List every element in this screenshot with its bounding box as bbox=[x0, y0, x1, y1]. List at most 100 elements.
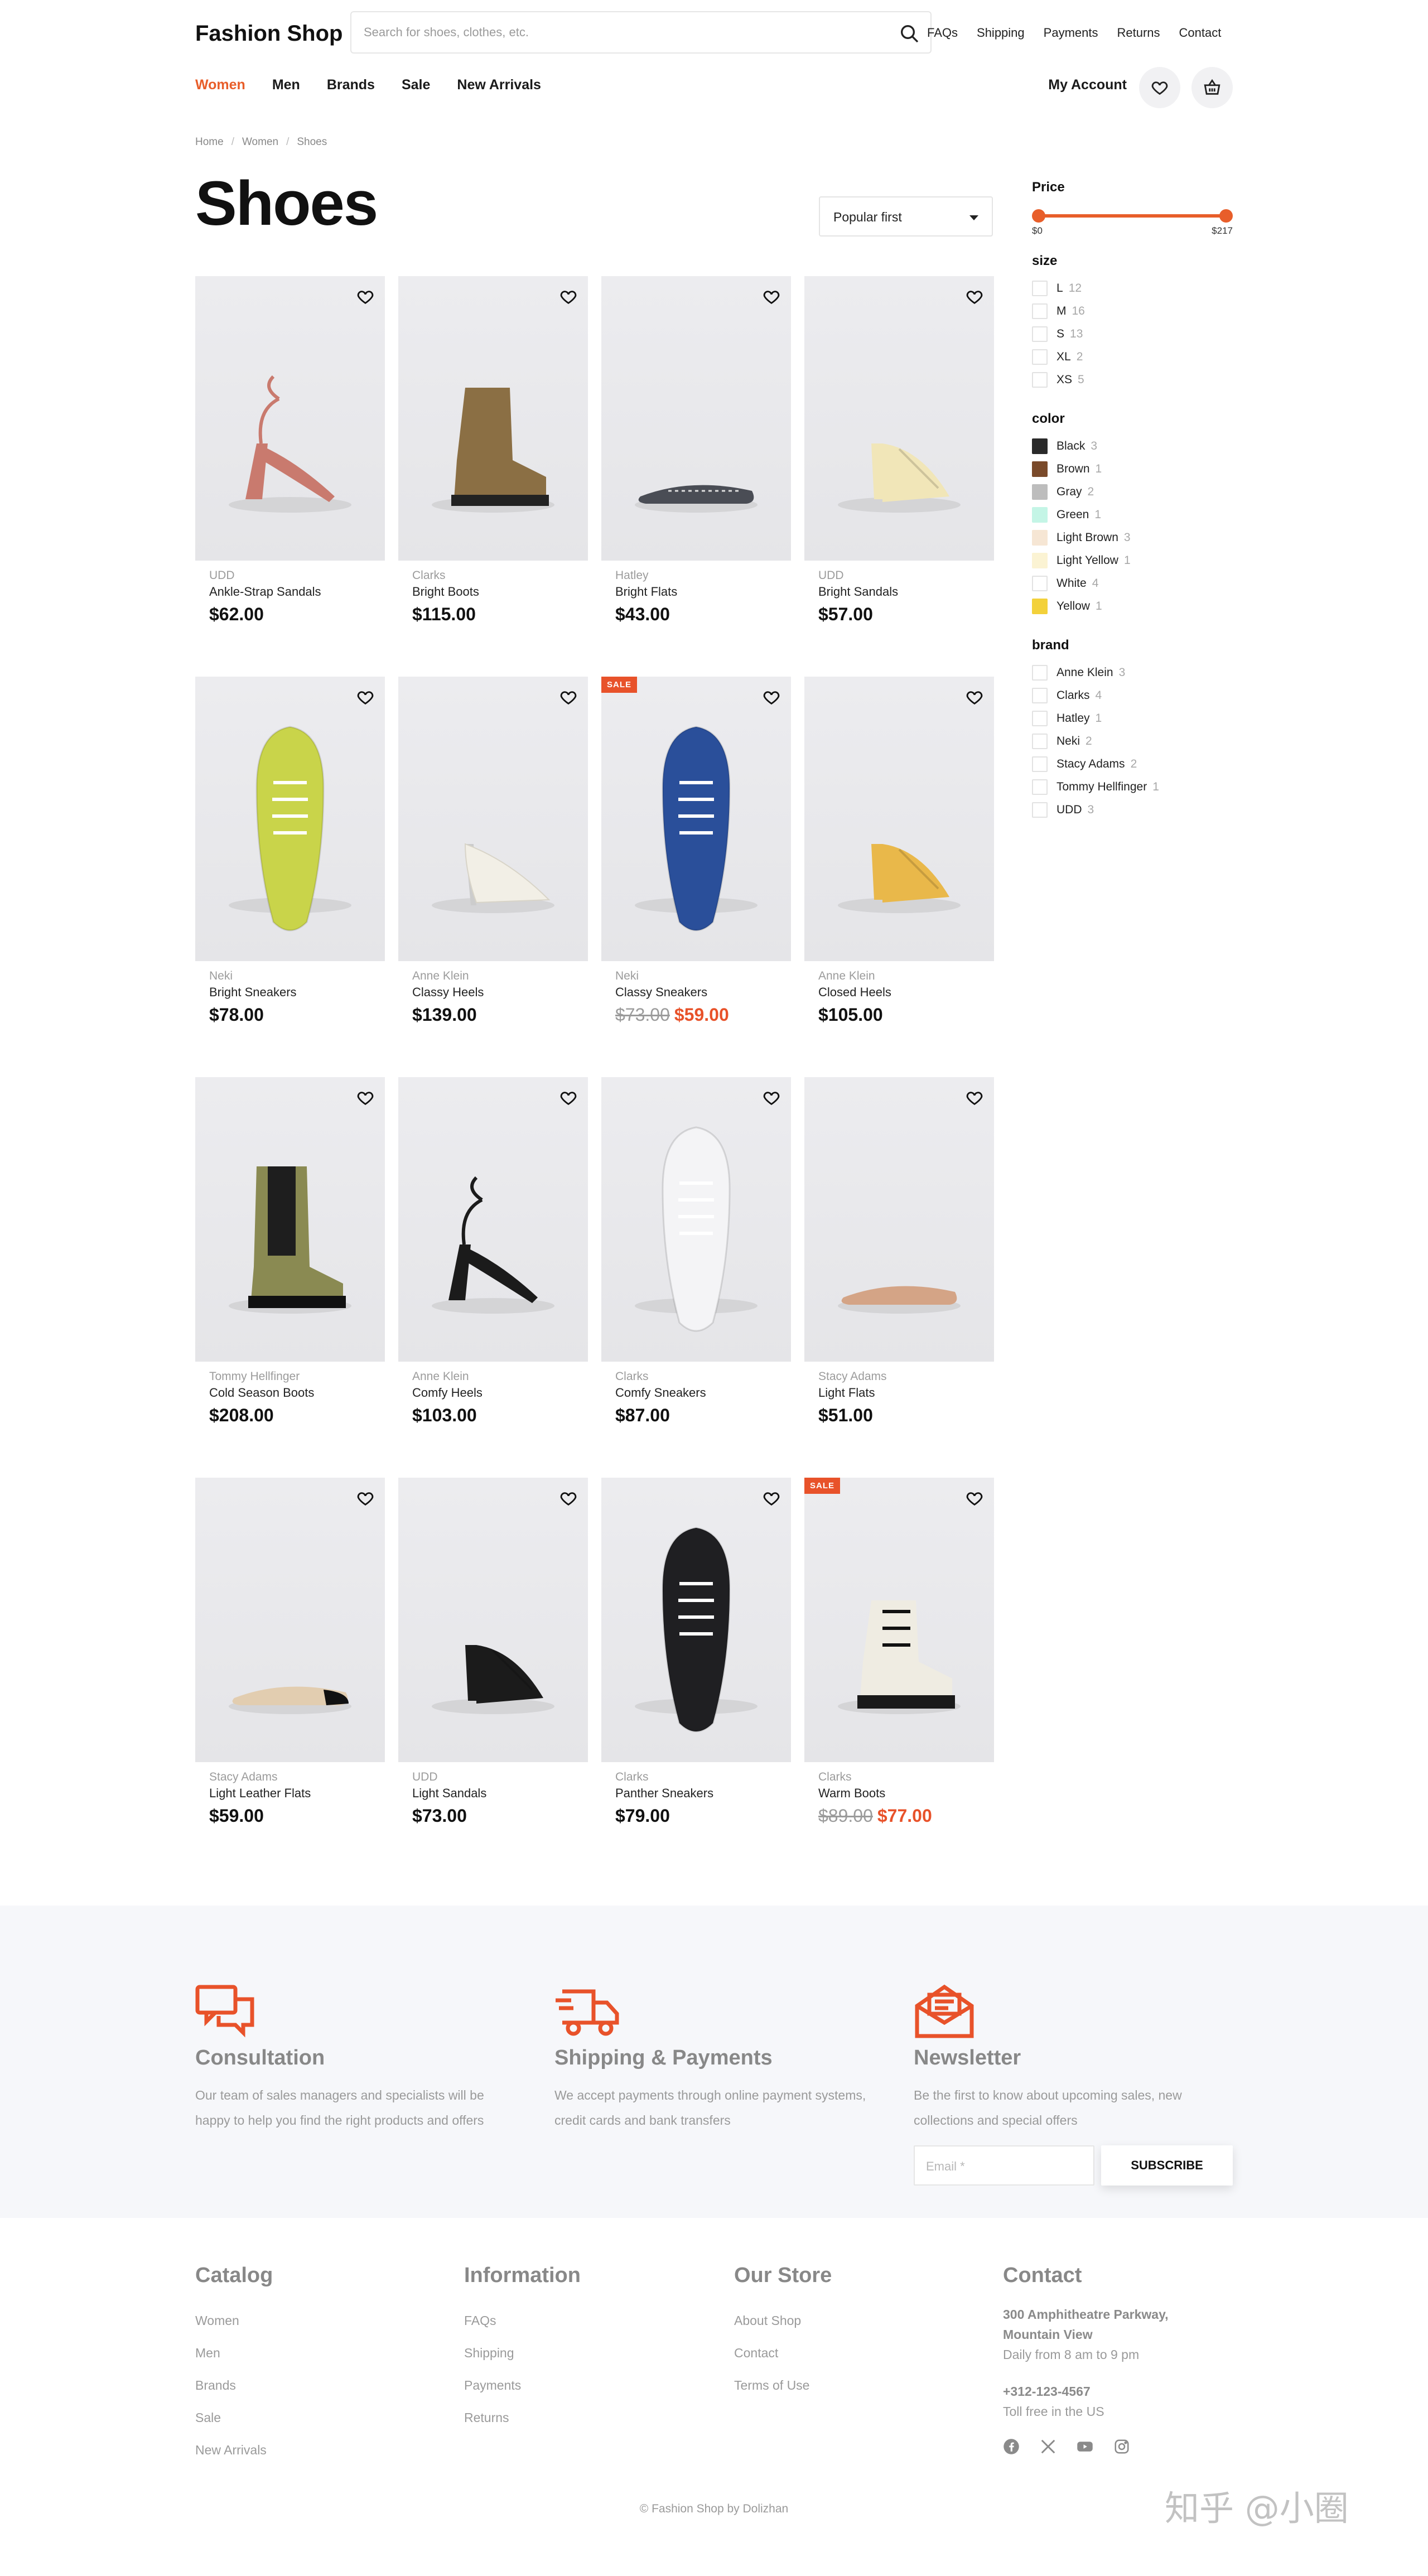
facebook-icon[interactable] bbox=[1003, 2438, 1020, 2455]
size-option[interactable]: XL 2 bbox=[1032, 345, 1233, 368]
price-min-handle[interactable] bbox=[1032, 209, 1045, 223]
product-card[interactable]: UDD Light Sandals $73.00 bbox=[398, 1478, 588, 1868]
search-icon[interactable] bbox=[898, 22, 920, 45]
product-name[interactable]: Light Flats bbox=[818, 1386, 875, 1400]
heart-icon[interactable] bbox=[356, 1088, 375, 1107]
heart-icon[interactable] bbox=[965, 287, 984, 306]
heart-icon[interactable] bbox=[356, 688, 375, 707]
heart-icon[interactable] bbox=[965, 1088, 984, 1107]
size-option[interactable]: M 16 bbox=[1032, 300, 1233, 322]
size-option[interactable]: L 12 bbox=[1032, 277, 1233, 300]
checkbox[interactable] bbox=[1032, 598, 1048, 614]
footer-link-new-arrivals[interactable]: New Arrivals bbox=[195, 2434, 273, 2466]
product-card[interactable]: Clarks Panther Sneakers $79.00 bbox=[601, 1478, 791, 1868]
heart-icon[interactable] bbox=[356, 287, 375, 306]
color-option[interactable]: Green 1 bbox=[1032, 503, 1233, 526]
product-image[interactable] bbox=[601, 276, 791, 561]
product-image[interactable] bbox=[601, 677, 791, 961]
heart-icon[interactable] bbox=[559, 1489, 578, 1508]
brand-option[interactable]: Hatley 1 bbox=[1032, 707, 1233, 730]
brand-option[interactable]: Stacy Adams 2 bbox=[1032, 752, 1233, 775]
product-name[interactable]: Bright Sneakers bbox=[209, 985, 297, 1000]
logo[interactable]: Fashion Shop bbox=[195, 21, 342, 46]
checkbox[interactable] bbox=[1032, 710, 1048, 726]
heart-icon[interactable] bbox=[762, 688, 781, 707]
checkbox[interactable] bbox=[1032, 779, 1048, 795]
my-account-link[interactable]: My Account bbox=[1048, 77, 1127, 93]
search-input[interactable] bbox=[364, 22, 866, 42]
checkbox[interactable] bbox=[1032, 733, 1048, 749]
footer-link-about[interactable]: About Shop bbox=[734, 2304, 832, 2337]
checkbox[interactable] bbox=[1032, 802, 1048, 818]
x-twitter-icon[interactable] bbox=[1040, 2438, 1056, 2455]
heart-icon[interactable] bbox=[559, 287, 578, 306]
product-image[interactable] bbox=[195, 1478, 385, 1762]
product-card[interactable]: UDD Ankle-Strap Sandals $62.00 bbox=[195, 276, 385, 667]
product-name[interactable]: Comfy Sneakers bbox=[615, 1386, 706, 1400]
product-name[interactable]: Bright Flats bbox=[615, 585, 677, 599]
top-link-shipping[interactable]: Shipping bbox=[977, 26, 1025, 40]
contact-phone[interactable]: +312-123-4567 bbox=[1003, 2381, 1237, 2401]
product-card[interactable]: Anne Klein Closed Heels $105.00 bbox=[804, 677, 994, 1067]
brand-option[interactable]: Tommy Hellfinger 1 bbox=[1032, 775, 1233, 798]
product-card[interactable]: Anne Klein Comfy Heels $103.00 bbox=[398, 1077, 588, 1468]
checkbox[interactable] bbox=[1032, 461, 1048, 477]
wishlist-button[interactable] bbox=[1139, 67, 1180, 108]
product-image[interactable] bbox=[195, 276, 385, 561]
product-name[interactable]: Ankle-Strap Sandals bbox=[209, 585, 321, 599]
product-card[interactable]: Stacy Adams Light Leather Flats $59.00 bbox=[195, 1478, 385, 1868]
product-image[interactable] bbox=[601, 1478, 791, 1762]
heart-icon[interactable] bbox=[356, 1489, 375, 1508]
product-image[interactable] bbox=[195, 1077, 385, 1362]
color-option[interactable]: White 4 bbox=[1032, 572, 1233, 595]
heart-icon[interactable] bbox=[965, 1489, 984, 1508]
subscribe-button[interactable]: SUBSCRIBE bbox=[1101, 2145, 1233, 2186]
footer-link-contact[interactable]: Contact bbox=[734, 2337, 832, 2369]
product-card[interactable]: SALE Neki Classy Sneakers $73.00 $59.00 bbox=[601, 677, 791, 1067]
footer-link-women[interactable]: Women bbox=[195, 2304, 273, 2337]
checkbox[interactable] bbox=[1032, 664, 1048, 681]
brand-option[interactable]: UDD 3 bbox=[1032, 798, 1233, 821]
heart-icon[interactable] bbox=[965, 688, 984, 707]
footer-link-sale[interactable]: Sale bbox=[195, 2401, 273, 2434]
heart-icon[interactable] bbox=[762, 287, 781, 306]
product-name[interactable]: Warm Boots bbox=[818, 1786, 885, 1801]
product-image[interactable] bbox=[398, 276, 588, 561]
color-option[interactable]: Black 3 bbox=[1032, 435, 1233, 457]
nav-new-arrivals[interactable]: New Arrivals bbox=[457, 77, 541, 93]
brand-option[interactable]: Anne Klein 3 bbox=[1032, 661, 1233, 684]
product-name[interactable]: Panther Sneakers bbox=[615, 1786, 713, 1801]
breadcrumb-home[interactable]: Home bbox=[195, 136, 224, 148]
product-card[interactable]: UDD Bright Sandals $57.00 bbox=[804, 276, 994, 667]
product-name[interactable]: Closed Heels bbox=[818, 985, 891, 1000]
top-link-faqs[interactable]: FAQs bbox=[927, 26, 958, 40]
checkbox[interactable] bbox=[1032, 280, 1048, 296]
footer-link-men[interactable]: Men bbox=[195, 2337, 273, 2369]
product-image[interactable] bbox=[804, 1478, 994, 1762]
checkbox[interactable] bbox=[1032, 303, 1048, 319]
product-name[interactable]: Light Sandals bbox=[412, 1786, 486, 1801]
product-name[interactable]: Cold Season Boots bbox=[209, 1386, 314, 1400]
footer-link-shipping[interactable]: Shipping bbox=[464, 2337, 581, 2369]
product-name[interactable]: Bright Sandals bbox=[818, 585, 898, 599]
checkbox[interactable] bbox=[1032, 438, 1048, 454]
product-card[interactable]: Anne Klein Classy Heels $139.00 bbox=[398, 677, 588, 1067]
product-name[interactable]: Classy Sneakers bbox=[615, 985, 707, 1000]
product-image[interactable] bbox=[804, 276, 994, 561]
newsletter-email-field[interactable] bbox=[914, 2145, 1094, 2186]
brand-option[interactable]: Neki 2 bbox=[1032, 730, 1233, 752]
youtube-icon[interactable] bbox=[1077, 2438, 1093, 2455]
color-option[interactable]: Light Yellow 1 bbox=[1032, 549, 1233, 572]
product-card[interactable]: Hatley Bright Flats $43.00 bbox=[601, 276, 791, 667]
checkbox[interactable] bbox=[1032, 349, 1048, 365]
breadcrumb-women[interactable]: Women bbox=[242, 136, 278, 148]
checkbox[interactable] bbox=[1032, 756, 1048, 772]
top-link-returns[interactable]: Returns bbox=[1117, 26, 1160, 40]
nav-women[interactable]: Women bbox=[195, 77, 245, 93]
color-option[interactable]: Yellow 1 bbox=[1032, 595, 1233, 618]
nav-sale[interactable]: Sale bbox=[402, 77, 430, 93]
price-range-slider[interactable]: $0 $217 bbox=[1032, 203, 1233, 236]
footer-link-brands[interactable]: Brands bbox=[195, 2369, 273, 2401]
product-image[interactable] bbox=[601, 1077, 791, 1362]
size-option[interactable]: S 13 bbox=[1032, 322, 1233, 345]
